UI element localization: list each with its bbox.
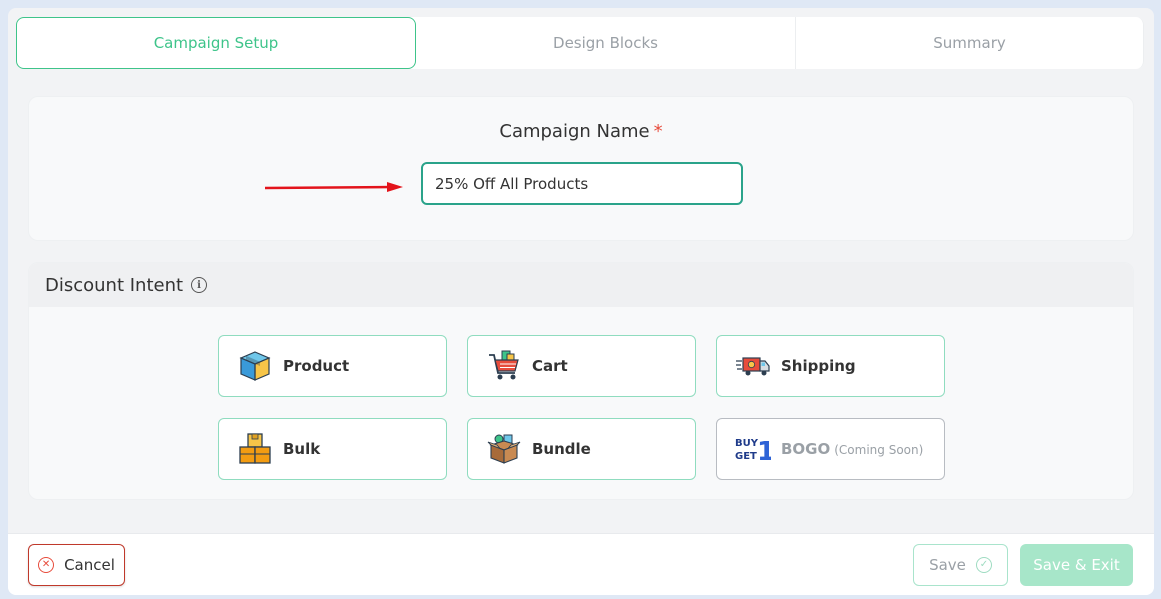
intent-option-label: Shipping — [781, 357, 856, 375]
info-icon[interactable]: i — [191, 277, 208, 293]
tab-design-blocks[interactable]: Design Blocks — [416, 17, 796, 69]
intent-option-label: BOGO (Coming Soon) — [781, 440, 924, 458]
intent-option-bulk[interactable]: Bulk — [218, 418, 447, 480]
required-marker: * — [653, 121, 663, 142]
cancel-button[interactable]: ✕ Cancel — [28, 544, 125, 586]
discount-intent-title: Discount Intent — [45, 274, 184, 296]
product-box-icon — [237, 348, 273, 384]
intent-option-label: Cart — [532, 357, 568, 375]
save-button[interactable]: Save ✓ — [913, 544, 1008, 586]
intent-option-product[interactable]: Product — [218, 335, 447, 397]
red-arrow-annotation — [265, 182, 403, 192]
intent-option-cart[interactable]: Cart — [467, 335, 696, 397]
campaign-editor: Campaign Setup Design Blocks Summary Cam… — [8, 8, 1154, 595]
campaign-name-input[interactable] — [421, 162, 743, 205]
intent-option-bundle[interactable]: Bundle — [467, 418, 696, 480]
tab-summary[interactable]: Summary — [796, 17, 1144, 69]
bundle-box-icon — [486, 431, 522, 467]
save-and-exit-button[interactable]: Save & Exit — [1020, 544, 1133, 586]
coming-soon-note: (Coming Soon) — [834, 443, 924, 457]
svg-text:BUY: BUY — [735, 438, 759, 449]
delivery-truck-icon — [735, 348, 771, 384]
check-circle-icon: ✓ — [975, 557, 992, 573]
close-circle-icon: ✕ — [38, 557, 55, 573]
intent-option-shipping[interactable]: Shipping — [716, 335, 945, 397]
intent-option-label: Bundle — [532, 440, 591, 458]
step-tabs: Campaign Setup Design Blocks Summary — [16, 17, 1144, 69]
shopping-cart-icon — [486, 348, 522, 384]
svg-text:GET: GET — [735, 451, 757, 462]
tab-campaign-setup[interactable]: Campaign Setup — [16, 17, 416, 69]
campaign-name-card: Campaign Name * — [28, 96, 1134, 241]
svg-text:1: 1 — [757, 437, 771, 466]
campaign-name-label: Campaign Name * — [499, 121, 663, 142]
discount-intent-card: Discount Intent i Product Cart Shipping … — [28, 262, 1134, 500]
footer-bar: ✕ Cancel Save ✓ Save & Exit — [8, 533, 1154, 595]
stacked-boxes-icon — [237, 431, 273, 467]
intent-option-label: Product — [283, 357, 350, 375]
discount-intent-header: Discount Intent i — [29, 263, 1133, 307]
intent-option-bogo: BUY GET 1 BOGO(Coming Soon) — [716, 418, 945, 480]
intent-option-label: Bulk — [283, 440, 321, 458]
buy-get-one-icon: BUY GET 1 — [735, 431, 771, 467]
